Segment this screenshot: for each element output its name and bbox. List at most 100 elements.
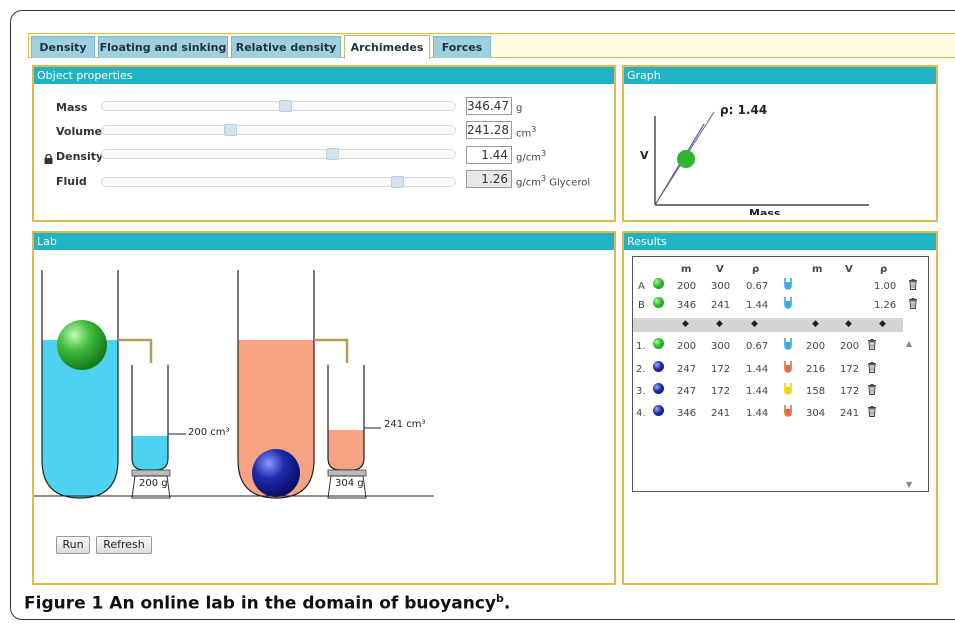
trash-icon[interactable] <box>908 279 918 293</box>
sort-row <box>633 318 903 332</box>
result-row-m2: 200 <box>806 341 826 352</box>
reference-row-rho: 0.67 <box>746 281 769 292</box>
result-row-id: 3. <box>636 386 646 397</box>
volume-value-field[interactable]: 241.28 <box>466 121 512 139</box>
results-header-rho: ρ <box>752 264 760 275</box>
left-beaker-water <box>132 436 168 470</box>
left-overflow-volume-label: 200 cm³ <box>188 427 230 438</box>
result-row-v2: 241 <box>840 408 860 419</box>
test-tube-icon <box>784 383 792 395</box>
fluid-unit: g/cm3 Glycerol <box>516 174 591 189</box>
density-slider[interactable] <box>101 148 456 160</box>
result-row-m: 247 <box>677 386 697 397</box>
left-spout <box>118 338 153 363</box>
sort-m2-icon[interactable]: ◆ <box>812 319 819 329</box>
test-tube-icon <box>784 278 792 290</box>
tab-floating-and-sinking[interactable]: Floating and sinking <box>98 36 228 58</box>
density-value-field[interactable]: 1.44 <box>466 146 512 164</box>
mass-label: Mass <box>56 101 88 114</box>
density-slider-handle[interactable] <box>326 148 339 160</box>
lab-scene <box>34 270 434 499</box>
reference-row-m: 346 <box>677 300 697 311</box>
volume-slider-handle[interactable] <box>224 124 237 136</box>
right-spout <box>314 338 349 363</box>
graph-plot <box>654 111 869 206</box>
tab-forces[interactable]: Forces <box>433 36 491 58</box>
result-row-rho: 1.44 <box>746 386 769 397</box>
right-scale-label: 304 g <box>335 478 364 489</box>
scroll-down-icon[interactable]: ▼ <box>906 480 912 489</box>
reference-row-rho: 1.44 <box>746 300 769 311</box>
left-scale-plate <box>131 469 171 477</box>
green-ball-icon <box>653 297 664 308</box>
trash-icon[interactable] <box>867 362 877 376</box>
mass-slider-handle[interactable] <box>279 100 292 112</box>
graph-object-point <box>677 150 695 168</box>
tab-density[interactable]: Density <box>31 36 95 58</box>
blue-ball-icon <box>653 405 664 416</box>
results-header-v2: V <box>845 264 853 275</box>
result-row-id: 4. <box>636 408 646 419</box>
result-row-v: 172 <box>711 364 731 375</box>
trash-icon[interactable] <box>867 406 877 420</box>
density-unit: g/cm3 <box>516 149 547 164</box>
refresh-button[interactable]: Refresh <box>96 536 152 554</box>
results-header-v: V <box>716 264 724 275</box>
result-row-v: 172 <box>711 386 731 397</box>
result-row-rho: 1.44 <box>746 408 769 419</box>
green-ball-icon <box>653 278 664 289</box>
right-overflow-volume-label: 241 cm³ <box>384 419 426 430</box>
trash-icon[interactable] <box>867 339 877 353</box>
graph-header: Graph <box>624 67 936 84</box>
test-tube-icon <box>784 405 792 417</box>
left-scale-label: 200 g <box>139 478 168 489</box>
object-properties-header: Object properties <box>34 67 614 84</box>
tab-archimedes[interactable]: Archimedes <box>344 35 430 59</box>
results-header-rho2: ρ <box>880 264 888 275</box>
sort-rho-icon[interactable]: ◆ <box>751 319 758 329</box>
sort-m-icon[interactable]: ◆ <box>682 319 689 329</box>
right-blue-ball <box>252 449 300 497</box>
results-header-m: m <box>681 264 692 275</box>
right-beaker-glycerol <box>328 430 364 470</box>
result-row-m: 247 <box>677 364 697 375</box>
density-label: Density <box>56 150 104 163</box>
result-row-m: 346 <box>677 408 697 419</box>
graph-x-axis-label: Mass <box>749 208 781 215</box>
fluid-slider[interactable] <box>101 176 456 188</box>
result-row-v2: 200 <box>840 341 860 352</box>
test-tube-icon <box>784 338 792 350</box>
sort-rho2-icon[interactable]: ◆ <box>879 319 886 329</box>
graph-rho-label: ρ: 1.44 <box>720 103 768 117</box>
reference-row-v: 241 <box>711 300 731 311</box>
green-ball-icon <box>653 338 664 349</box>
result-row-m2: 216 <box>806 364 826 375</box>
trash-icon[interactable] <box>867 384 877 398</box>
volume-label: Volume <box>56 125 102 138</box>
trash-icon[interactable] <box>908 298 918 312</box>
volume-slider[interactable] <box>101 124 456 136</box>
mass-value-field[interactable]: 346.47 <box>466 97 512 115</box>
figure-caption: Figure 1 An online lab in the domain of … <box>24 592 511 614</box>
results-header: Results <box>624 233 936 250</box>
mass-unit: g <box>516 103 523 114</box>
right-scale-plate <box>327 469 367 477</box>
reference-row-id: B <box>638 300 645 311</box>
sort-v-icon[interactable]: ◆ <box>716 319 723 329</box>
result-row-v2: 172 <box>840 364 860 375</box>
result-row-m2: 304 <box>806 408 826 419</box>
result-row-m2: 158 <box>806 386 826 397</box>
tab-relative-density[interactable]: Relative density <box>231 36 341 58</box>
reference-row-fluid-rho: 1.26 <box>874 300 897 311</box>
sort-v2-icon[interactable]: ◆ <box>845 319 852 329</box>
result-row-v2: 172 <box>840 386 860 397</box>
fluid-slider-handle[interactable] <box>391 176 404 188</box>
reference-row-id: A <box>638 281 645 292</box>
fluid-value-field: 1.26 <box>466 170 512 188</box>
result-row-v: 300 <box>711 341 731 352</box>
mass-slider[interactable] <box>101 100 456 112</box>
result-row-id: 2. <box>636 364 646 375</box>
scroll-up-icon[interactable]: ▲ <box>906 339 912 348</box>
lock-icon[interactable] <box>44 149 53 164</box>
run-button[interactable]: Run <box>56 536 90 554</box>
